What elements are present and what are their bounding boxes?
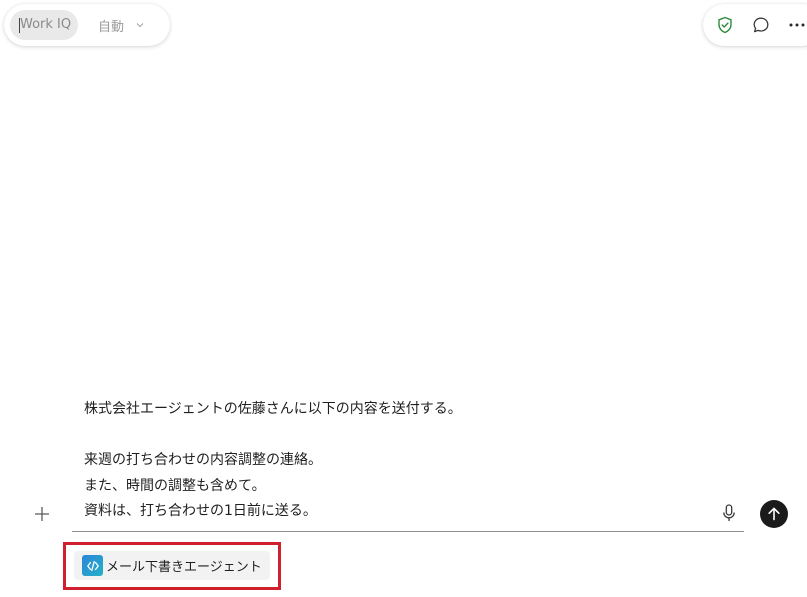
message-input[interactable]: 株式会社エージェントの佐藤さんに以下の内容を送付する。 来週の打ち合わせの内容調…: [84, 397, 704, 525]
send-button[interactable]: [760, 500, 788, 528]
draft-line-4: また、時間の調整も含めて。: [84, 477, 266, 494]
top-toolbar: [703, 4, 807, 46]
agent-label: メール下書きエージェント: [106, 560, 262, 575]
draft-line-5: 資料は、打ち合わせの1日前に送る。: [84, 503, 317, 520]
agent-logo-icon: [82, 555, 103, 576]
chat-bubble-icon[interactable]: [751, 15, 771, 35]
mail-draft-agent-chip[interactable]: メール下書きエージェント: [74, 551, 270, 580]
draft-line-2: [84, 423, 704, 449]
microphone-icon[interactable]: [719, 502, 739, 524]
text-cursor: [19, 18, 20, 33]
mode-selector: Work IQ 自動: [4, 4, 170, 46]
model-dropdown[interactable]: 自動: [98, 4, 144, 46]
work-iq-label: Work IQ: [20, 17, 72, 32]
work-iq-chip[interactable]: Work IQ: [10, 10, 78, 40]
input-divider: [72, 531, 744, 532]
draft-line-1: 株式会社エージェントの佐藤さんに以下の内容を送付する。: [84, 401, 462, 417]
add-icon[interactable]: [32, 504, 52, 524]
draft-line-3: 来週の打ち合わせの内容調整の連絡。: [84, 452, 322, 469]
copilot-chat-page: Work IQ 自動 株式会社エージェントの佐藤さんに以下の内容を送付する。 来…: [0, 0, 807, 597]
shield-check-icon[interactable]: [715, 15, 735, 35]
chevron-down-icon: [136, 23, 144, 28]
more-icon[interactable]: [787, 15, 807, 35]
arrow-up-icon: [768, 507, 780, 521]
model-dropdown-label: 自動: [98, 19, 125, 35]
